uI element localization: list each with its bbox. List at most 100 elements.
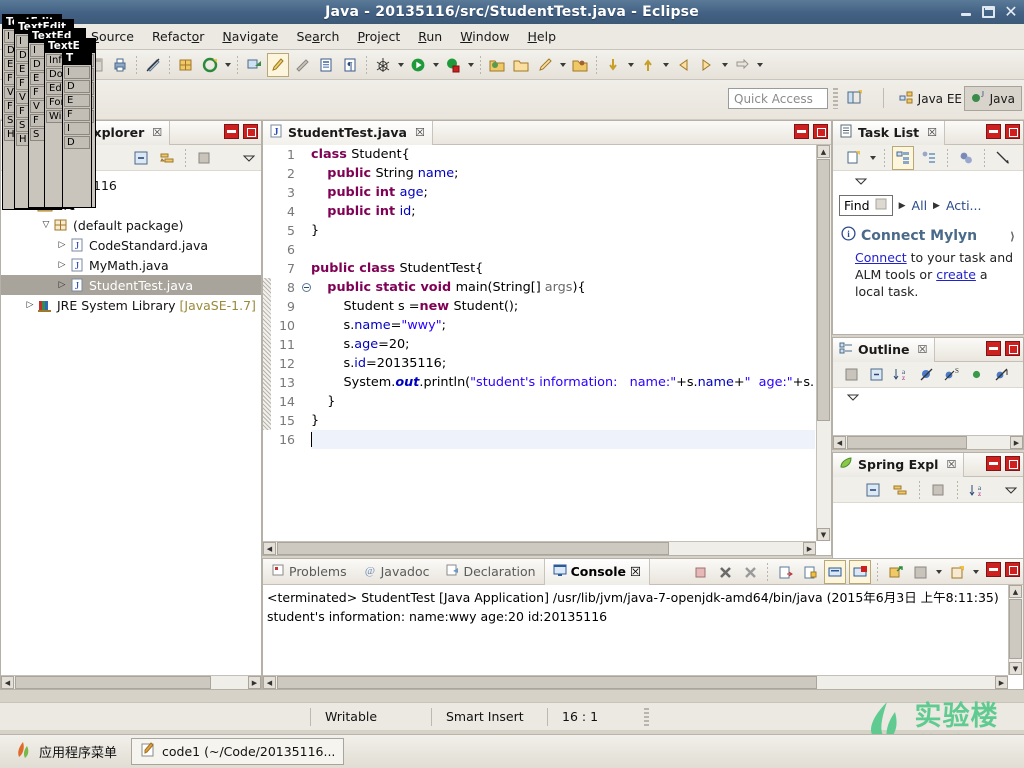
- tree-row-studenttest[interactable]: J StudentTest.java: [1, 275, 261, 295]
- filter-icon[interactable]: [928, 478, 950, 502]
- folding-strip[interactable]: [301, 145, 311, 541]
- application-menu-button[interactable]: 应用程序菜单: [8, 738, 123, 766]
- view-chevron-icon[interactable]: [850, 169, 872, 193]
- close-icon[interactable]: ☒: [415, 126, 425, 139]
- tree-row-mymath[interactable]: J MyMath.java: [1, 255, 261, 275]
- forward-secondary-icon[interactable]: [731, 53, 753, 77]
- create-link[interactable]: create: [936, 267, 976, 282]
- view-chevron-icon[interactable]: [842, 385, 864, 409]
- scroll-lock-icon[interactable]: [799, 560, 821, 584]
- hide-static-icon[interactable]: S: [940, 363, 962, 387]
- collapse-all-icon[interactable]: [130, 146, 152, 170]
- fold-collapse-icon[interactable]: [301, 278, 311, 297]
- categorized-presentation-icon[interactable]: [892, 145, 914, 170]
- open-task-icon[interactable]: [315, 53, 337, 77]
- pin-console-icon[interactable]: [884, 560, 906, 584]
- minimize-view-button[interactable]: [986, 341, 1001, 356]
- new-task-dropdown-icon[interactable]: [867, 146, 878, 170]
- open-type-icon[interactable]: [243, 53, 265, 77]
- new-java-class-icon[interactable]: [199, 53, 221, 77]
- tree-row-jre-library[interactable]: JRE System Library [JavaSE-1.7]: [1, 295, 261, 315]
- console-hscroll[interactable]: ◀ ▶: [263, 675, 1008, 689]
- hscroll-thumb[interactable]: [277, 542, 669, 555]
- open-console-icon[interactable]: [946, 560, 968, 584]
- show-console-on-error-icon[interactable]: [849, 560, 871, 584]
- close-icon[interactable]: ☒: [927, 126, 937, 139]
- view-menu-icon[interactable]: [193, 146, 215, 170]
- display-selected-console-dropdown-icon[interactable]: [933, 560, 944, 584]
- open-perspective-icon[interactable]: [846, 89, 864, 107]
- hscroll-left-arrow[interactable]: ◀: [263, 676, 276, 689]
- hide-fields-icon[interactable]: [915, 363, 937, 387]
- hscroll-left-arrow[interactable]: ◀: [833, 436, 846, 449]
- search-dropdown-icon[interactable]: [557, 53, 568, 77]
- close-icon[interactable]: ☒: [152, 126, 162, 139]
- open-console-dropdown-icon[interactable]: [970, 560, 981, 584]
- quick-access-input[interactable]: Quick Access: [728, 88, 828, 109]
- tab-console[interactable]: Console ☒: [543, 558, 651, 585]
- maximize-view-button[interactable]: [1005, 456, 1020, 471]
- menu-navigate[interactable]: Navigate: [213, 26, 287, 47]
- maximize-view-button[interactable]: [243, 124, 258, 139]
- package-explorer-hscroll[interactable]: ◀ ▶: [1, 675, 261, 689]
- new-java-package-icon[interactable]: [175, 53, 197, 77]
- new-java-class-dropdown-icon[interactable]: [222, 53, 233, 77]
- tab-studenttest-java[interactable]: J StudentTest.java ☒: [263, 120, 433, 145]
- next-annotation-dropdown-icon[interactable]: [625, 53, 636, 77]
- back-icon[interactable]: [672, 53, 694, 77]
- menu-window[interactable]: Window: [451, 26, 518, 47]
- console-output[interactable]: <terminated> StudentTest [Java Applicati…: [263, 585, 1023, 689]
- maximize-view-button[interactable]: [1005, 562, 1020, 577]
- search-icon[interactable]: [534, 53, 556, 77]
- perspective-java[interactable]: J Java: [963, 86, 1022, 111]
- chevron-right-icon[interactable]: [55, 280, 69, 290]
- toggle-annotations-icon[interactable]: [267, 52, 289, 77]
- debug-dropdown-icon[interactable]: [395, 53, 406, 77]
- build-all-icon[interactable]: [291, 53, 313, 77]
- scheduled-presentation-icon[interactable]: [918, 146, 940, 170]
- filter-all-link[interactable]: All: [912, 198, 928, 213]
- remove-all-terminated-icon[interactable]: [739, 560, 761, 584]
- forward-dropdown-icon[interactable]: [719, 53, 730, 77]
- connect-link[interactable]: Connect: [855, 250, 907, 265]
- status-grip[interactable]: [644, 707, 649, 726]
- link-with-editor-icon[interactable]: [889, 478, 911, 502]
- hscroll-left-arrow[interactable]: ◀: [1, 676, 14, 689]
- sort-icon[interactable]: az: [890, 363, 912, 387]
- next-annotation-icon[interactable]: [602, 53, 624, 77]
- tab-spring-explorer[interactable]: Spring Expl ☒: [833, 452, 965, 477]
- maximize-view-button[interactable]: [1005, 124, 1020, 139]
- menu-search[interactable]: Search: [287, 26, 348, 47]
- hscroll-right-arrow[interactable]: ▶: [995, 676, 1008, 689]
- focus-icon[interactable]: [840, 363, 862, 387]
- print-icon[interactable]: [109, 53, 131, 77]
- external-tools-icon[interactable]: [442, 53, 464, 77]
- toggle-mark-occurrences-icon[interactable]: [142, 53, 164, 77]
- open-folder-icon[interactable]: [510, 53, 532, 77]
- hscroll-right-arrow[interactable]: ▶: [248, 676, 261, 689]
- hscroll-left-arrow[interactable]: ◀: [263, 542, 276, 555]
- tab-problems[interactable]: Problems: [263, 559, 355, 585]
- hscroll-right-arrow[interactable]: ▶: [803, 542, 816, 555]
- hscroll-right-arrow[interactable]: ▶: [1010, 436, 1023, 449]
- focus-on-workweek-icon[interactable]: [955, 146, 977, 170]
- minimize-view-button[interactable]: [986, 562, 1001, 577]
- external-tools-dropdown-icon[interactable]: [465, 53, 476, 77]
- find-input[interactable]: Find: [839, 195, 893, 216]
- minimize-view-button[interactable]: [224, 124, 239, 139]
- run-icon[interactable]: [407, 53, 429, 77]
- hscroll-thumb[interactable]: [847, 436, 967, 449]
- tab-javadoc[interactable]: @ Javadoc: [355, 559, 438, 585]
- tree-row-codestandard[interactable]: J CodeStandard.java: [1, 235, 261, 255]
- menu-help[interactable]: Help: [519, 26, 566, 47]
- close-icon[interactable]: ☒: [946, 458, 956, 471]
- vscroll-up-arrow[interactable]: ▲: [1009, 585, 1022, 598]
- display-selected-console-icon[interactable]: [909, 560, 931, 584]
- collapse-all-icon[interactable]: [865, 363, 887, 387]
- vscroll-thumb[interactable]: [1009, 599, 1022, 659]
- menu-run[interactable]: Run: [409, 26, 451, 47]
- remove-launch-icon[interactable]: [714, 560, 736, 584]
- new-folder-icon[interactable]: [486, 53, 508, 77]
- taskbar-window-code1[interactable]: code1 (~/Code/20135116...: [131, 738, 345, 765]
- previous-annotation-dropdown-icon[interactable]: [660, 53, 671, 77]
